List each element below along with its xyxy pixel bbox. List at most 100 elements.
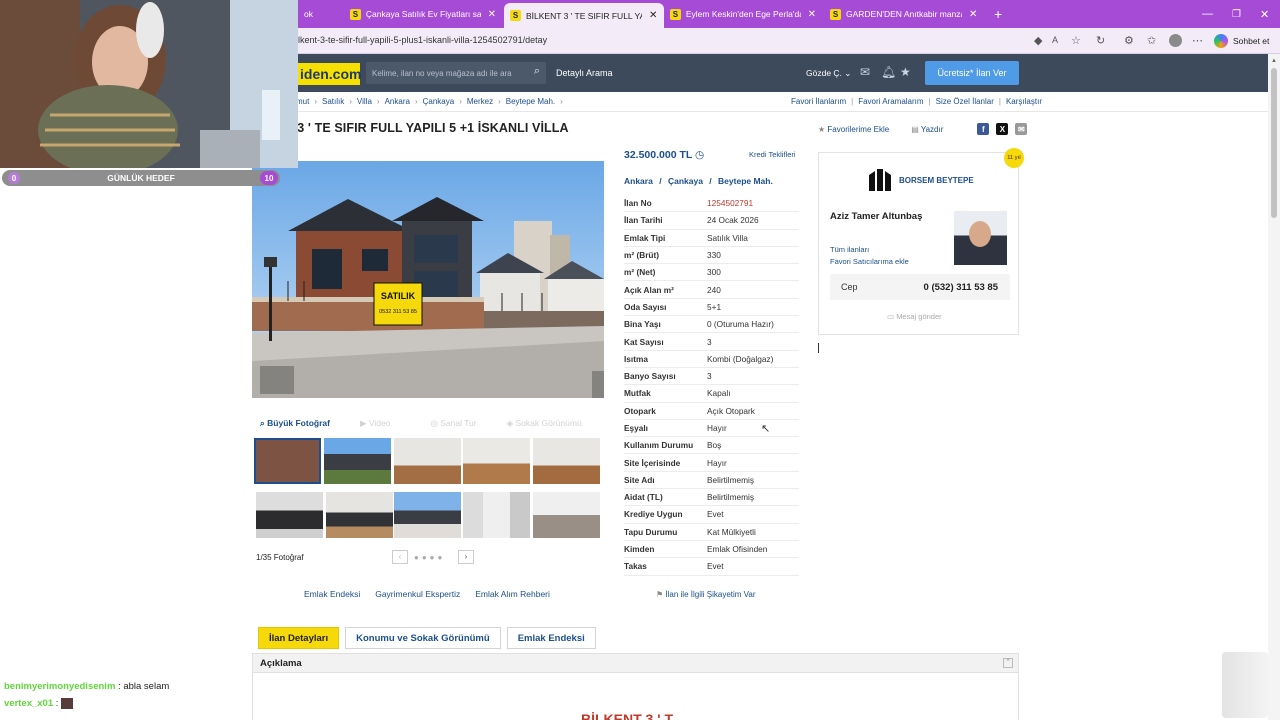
send-message-button[interactable]: ▭ Mesaj gönder [887, 312, 942, 321]
browser-tab[interactable]: ok [298, 4, 338, 24]
new-tab-icon[interactable]: + [988, 4, 1008, 24]
compare-link[interactable]: Karşılaştır [1006, 97, 1042, 106]
complaint-link[interactable]: ⚑ İlan ile İlgili Şikayetim Var [656, 590, 756, 599]
page-scrollbar[interactable]: ▲ [1268, 54, 1280, 720]
price-history-icon[interactable]: ◷ [695, 149, 704, 161]
detail-key: Banyo Sayısı [624, 371, 676, 382]
search-icon[interactable]: ⌕ [534, 65, 540, 78]
advanced-search-link[interactable]: Detaylı Arama [556, 68, 613, 78]
chat-message: benimyerimonyedisenim : abla selam [4, 681, 169, 692]
detail-key: Kimden [624, 544, 655, 555]
browser-tab[interactable]: S Çankaya Satılık Ev Fiyatları sahibin ✕ [344, 4, 502, 24]
favorite-seller-link[interactable]: Favori Satıcılarıma ekle [830, 257, 909, 266]
thumbnail-exterior[interactable] [254, 438, 321, 484]
thumbnail-interior[interactable] [463, 438, 530, 484]
credit-offers-link[interactable]: Kredi Teklifleri [749, 150, 796, 159]
favorite-star-icon[interactable]: ☆ [1071, 34, 1081, 47]
detail-row: Site İçerisinde Hayır [624, 454, 799, 472]
next-photo-button[interactable]: › [458, 550, 474, 564]
close-tab-icon[interactable]: ✕ [808, 9, 816, 20]
thumbnail-interior[interactable] [326, 492, 393, 538]
phone-number[interactable]: 0 (532) 311 53 85 [924, 282, 998, 293]
big-photo-button[interactable]: ⌕ Büyük Fotoğraf [260, 418, 330, 429]
thumbnail-interior[interactable] [394, 438, 461, 484]
thumbnail-balcony[interactable] [394, 492, 461, 538]
search-box[interactable]: ⌕ [366, 62, 546, 84]
chevron-down-icon: ⌄ [844, 68, 852, 78]
print-button[interactable]: ▤ Yazdır [911, 125, 943, 134]
buying-guide-link[interactable]: Emlak Alım Rehberi [475, 589, 550, 599]
more-menu-icon[interactable]: ⋯ [1192, 34, 1203, 47]
collapse-icon[interactable]: ⌃ [1003, 658, 1013, 668]
tab-location-streetview[interactable]: Konumu ve Sokak Görünümü [345, 627, 501, 649]
browser-tab[interactable]: S GARDEN'DEN Anıtkabir manzaralı ✕ [824, 4, 984, 24]
close-window-icon[interactable]: ✕ [1254, 4, 1275, 24]
extensions-icon[interactable]: ⚙ [1124, 34, 1134, 47]
mouse-cursor-icon: ↖ [761, 423, 771, 435]
sahibinden-favicon: S [670, 8, 681, 20]
notifications-bell-icon[interactable]: 🔔︎ [881, 65, 896, 79]
special-listings-link[interactable]: Size Özel İlanlar [936, 97, 994, 106]
breadcrumb-item[interactable]: Çankaya [423, 97, 455, 106]
detail-row: m² (Net) 300 [624, 264, 799, 282]
favorite-listings-link[interactable]: Favori İlanlarım [791, 97, 846, 106]
close-tab-icon[interactable]: ✕ [969, 9, 977, 20]
maximize-icon[interactable]: ❐ [1226, 4, 1247, 24]
detail-key: Site İçerisinde [624, 457, 681, 468]
detail-key: m² (Brüt) [624, 250, 660, 261]
breadcrumb-item[interactable]: Villa [357, 97, 372, 106]
site-logo[interactable]: iden.com [298, 63, 361, 85]
description-title: Açıklama [260, 658, 302, 669]
all-ads-link[interactable]: Tüm ilanları [830, 245, 869, 254]
detail-value: Belirtilmemiş [707, 474, 755, 485]
main-photo[interactable]: SATILIK 0532 311 53 85 [252, 161, 604, 398]
x-share-icon[interactable]: X [996, 123, 1009, 135]
breadcrumb-item[interactable]: Ankara [385, 97, 410, 106]
user-menu[interactable]: Gözde Ç. ⌄ [806, 68, 851, 79]
browser-tab-active[interactable]: S BİLKENT 3 ' TE SIFIR FULL YAPILI 5 ✕ [504, 3, 664, 28]
favorites-star-icon[interactable]: ★ [900, 65, 911, 79]
search-input[interactable] [372, 66, 522, 80]
scrollbar-thumb[interactable] [1271, 68, 1277, 218]
breadcrumb-item[interactable]: Beytepe Mah. [506, 97, 555, 106]
prev-photo-button[interactable]: ‹ [392, 550, 408, 564]
appraisal-link[interactable]: Gayrimenkul Ekspertiz [375, 589, 460, 599]
read-aloud-icon[interactable]: A [1052, 35, 1058, 45]
minimize-icon[interactable]: — [1196, 4, 1219, 24]
real-estate-index-link[interactable]: Emlak Endeksi [304, 589, 360, 599]
scroll-up-arrow[interactable]: ▲ [1271, 58, 1277, 64]
refresh-icon[interactable]: ↻ [1096, 34, 1105, 47]
breadcrumb-item[interactable]: Merkez [467, 97, 493, 106]
thumbnail-hallway[interactable] [463, 492, 530, 538]
url-text[interactable]: lkent-3-te-sifir-full-yapili-5-plus1-isk… [298, 35, 547, 45]
thumbnail-kitchen[interactable] [256, 492, 323, 538]
facebook-share-icon[interactable]: f [977, 123, 990, 135]
tag-icon[interactable]: ◆ [1034, 34, 1042, 47]
breadcrumb-item[interactable]: mut [296, 97, 309, 106]
favorites-icon[interactable]: ✩ [1147, 34, 1156, 47]
tab-real-estate-index[interactable]: Emlak Endeksi [506, 627, 596, 649]
breadcrumb-item[interactable]: Satılık [322, 97, 344, 106]
add-favorite-button[interactable]: ★ Favorilerime Ekle [818, 125, 889, 134]
thumbnail-exterior[interactable] [324, 438, 391, 484]
listing-title: T 3 ' TE SIFIR FULL YAPILI 5 +1 İSKANLI … [286, 121, 569, 135]
copilot-chat-button[interactable]: Sohbet et [1214, 32, 1269, 50]
post-ad-button[interactable]: Ücretsiz* İlan Ver [925, 61, 1019, 85]
favorite-searches-link[interactable]: Favori Aramalarım [858, 97, 923, 106]
detail-key: Kullanım Durumu [624, 440, 694, 451]
email-share-icon[interactable]: ✉ [1015, 123, 1028, 135]
location-neighborhood[interactable]: Beytepe Mah. [718, 176, 773, 186]
browser-tab[interactable]: S Eylem Keskin'den Ege Perla'da M ✕ [664, 4, 822, 24]
thumbnail-bathroom[interactable] [533, 492, 600, 538]
profile-avatar-icon[interactable] [1169, 34, 1182, 47]
location-district[interactable]: Çankaya [668, 176, 703, 186]
thumbnail-interior[interactable] [533, 438, 600, 484]
office-logo[interactable]: BORSEM BEYTEPE [867, 167, 974, 193]
close-tab-icon[interactable]: ✕ [488, 9, 496, 20]
description-header[interactable]: Açıklama ⌃ [252, 653, 1019, 673]
detail-value: Açık Otopark [707, 405, 755, 416]
close-tab-icon[interactable]: ✕ [649, 10, 657, 21]
tab-listing-details[interactable]: İlan Detayları [258, 627, 340, 649]
messages-icon[interactable]: ✉ [860, 65, 870, 79]
location-city[interactable]: Ankara [624, 176, 653, 186]
